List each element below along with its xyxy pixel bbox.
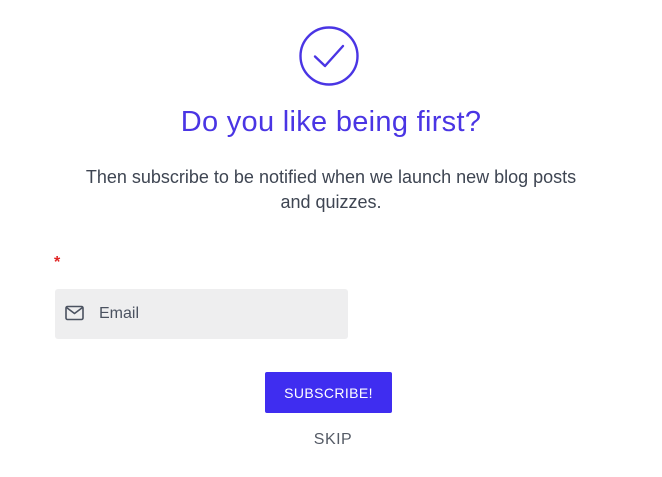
- email-input[interactable]: [99, 289, 339, 339]
- subscribe-button[interactable]: SUBSCRIBE!: [265, 372, 392, 413]
- check-circle-icon: [299, 26, 359, 86]
- mail-icon: [65, 305, 84, 322]
- skip-link[interactable]: SKIP: [300, 431, 366, 449]
- required-marker: *: [54, 254, 61, 271]
- modal-title: Do you like being first?: [180, 106, 482, 138]
- modal-subtitle: Then subscribe to be notified when we la…: [85, 167, 577, 212]
- email-field[interactable]: [55, 289, 348, 339]
